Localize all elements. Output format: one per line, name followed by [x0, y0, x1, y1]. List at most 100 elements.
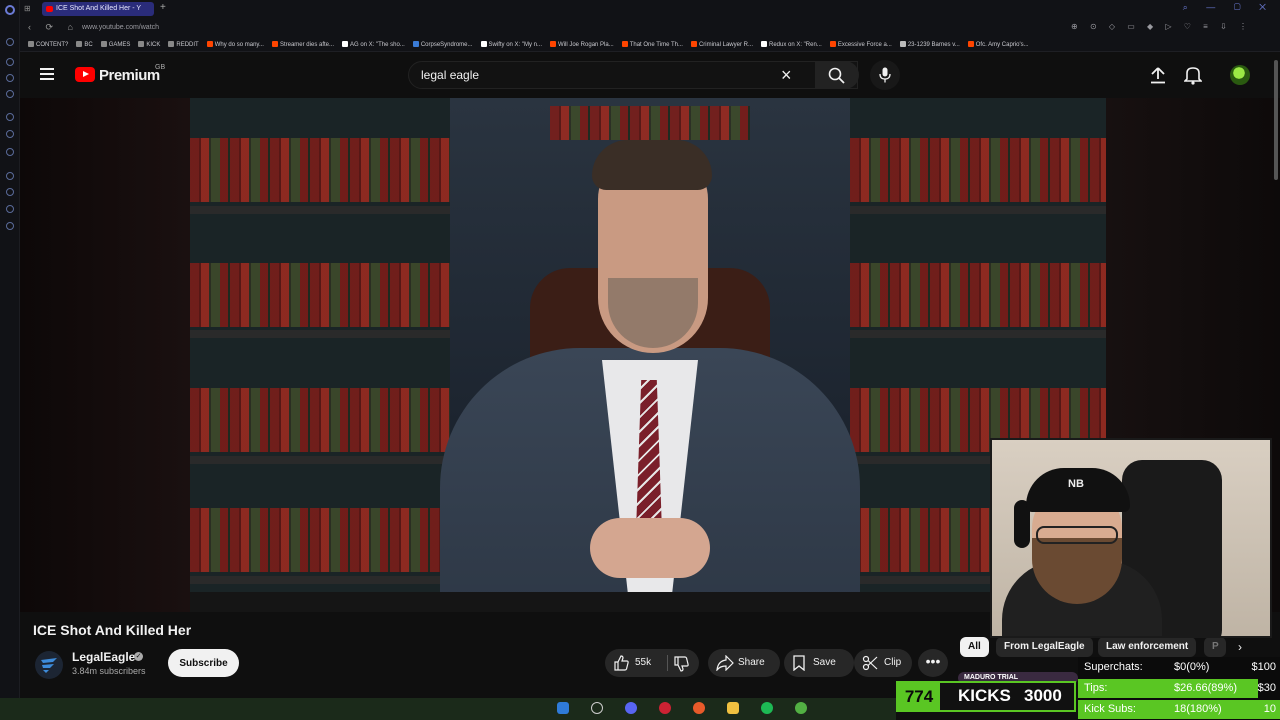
- tab-active[interactable]: ICE Shot And Killed Her - Y: [42, 2, 154, 16]
- sidebar-instagram-icon[interactable]: [6, 148, 14, 156]
- file-explorer-icon[interactable]: [727, 702, 740, 715]
- like-icon[interactable]: [613, 655, 629, 671]
- goal-label: Superchats:: [1084, 661, 1143, 673]
- sidebar-settings-icon[interactable]: [6, 222, 14, 230]
- bookmark-favicon-icon: [138, 41, 145, 47]
- chip-all[interactable]: All: [960, 637, 989, 657]
- browser-icon[interactable]: [693, 702, 706, 715]
- bookmark-item[interactable]: That One Time Th...: [621, 41, 683, 48]
- window-controls[interactable]: ⌕ — ▢ ✕: [1183, 2, 1274, 13]
- verified-badge-icon: ✓: [134, 652, 143, 661]
- windows-start-icon[interactable]: [557, 702, 569, 715]
- sidebar-twitch-icon[interactable]: [6, 113, 14, 121]
- bookmark-label: Criminal Lawyer R...: [698, 42, 753, 48]
- bookmark-item[interactable]: Streamer dies afte...: [271, 41, 334, 48]
- bookmark-item[interactable]: Swifty on X: "My n...: [480, 41, 542, 48]
- bookshelf-left: [190, 98, 450, 612]
- tab-bar-controls[interactable]: ⊞: [24, 4, 31, 13]
- cap-logo: NB: [1068, 478, 1084, 490]
- sidebar-whatsapp-icon[interactable]: [6, 90, 14, 98]
- save-button[interactable]: Save: [784, 649, 854, 677]
- search-button[interactable]: [815, 61, 859, 89]
- bookmark-favicon-icon: [829, 41, 836, 47]
- search-input[interactable]: [421, 68, 781, 82]
- sidebar-discord-icon[interactable]: [6, 130, 14, 138]
- taskbar-search-icon[interactable]: [591, 702, 604, 715]
- bookmark-item[interactable]: Excessive Force a...: [829, 41, 892, 48]
- bookmark-favicon-icon: [271, 41, 278, 47]
- discord-icon[interactable]: [625, 702, 638, 715]
- presenter-hair: [592, 140, 712, 190]
- presenter-hands: [590, 518, 710, 578]
- more-actions-button[interactable]: •••: [918, 649, 948, 677]
- channel-name[interactable]: LegalEagle: [72, 650, 135, 664]
- channel-avatar[interactable]: [35, 651, 63, 679]
- extension-icons[interactable]: ⊕ ⊙ ◇ ▭ ◆ ▷ ♡ ≡ ⇩ ⋮: [1071, 22, 1252, 31]
- bookmark-item[interactable]: Ofc. Amy Caprio's...: [967, 41, 1029, 48]
- bookmark-label: CorpseSyndrome...: [420, 42, 473, 48]
- bookmark-favicon-icon: [342, 41, 348, 47]
- bookmark-label: That One Time Th...: [629, 42, 683, 48]
- kicks-goal: 3000: [1024, 686, 1062, 705]
- bookmark-item[interactable]: 23-1239 Barnes v...: [899, 41, 960, 48]
- upload-icon[interactable]: [1148, 66, 1168, 84]
- spotify-icon[interactable]: [761, 702, 774, 715]
- bookmark-icon: [793, 655, 805, 671]
- chip-partial[interactable]: P: [1204, 637, 1226, 657]
- chip-from-legaleagle[interactable]: From LegalEagle: [996, 637, 1093, 657]
- nav-buttons[interactable]: ‹ ⟳ ⌂: [28, 22, 79, 33]
- dislike-icon[interactable]: [673, 656, 689, 672]
- like-count[interactable]: 55k: [635, 657, 651, 668]
- bookmark-item[interactable]: CorpseSyndrome...: [412, 41, 473, 48]
- bookmark-favicon-icon: [206, 41, 213, 47]
- share-button[interactable]: Share: [708, 649, 780, 677]
- clear-search-icon[interactable]: ×: [781, 65, 792, 86]
- bookmark-label: GAMES: [108, 42, 131, 48]
- sidebar-home-icon[interactable]: [6, 38, 14, 46]
- sidebar-ai-icon[interactable]: [6, 58, 14, 66]
- youtube-logo-icon[interactable]: [75, 67, 95, 82]
- streamer-glasses: [1036, 526, 1118, 544]
- bookmark-item[interactable]: Redux on X: "Ren...: [760, 41, 822, 48]
- bookmark-favicon-icon: [967, 41, 974, 47]
- bell-icon[interactable]: [1184, 65, 1202, 85]
- kicks-goal-widget: 774 KICKS 3000: [896, 681, 1076, 712]
- url-field[interactable]: www.youtube.com/watch: [82, 24, 159, 31]
- youtube-favicon-icon: [46, 6, 53, 12]
- bookmark-item[interactable]: KICK: [138, 41, 160, 48]
- sidebar-messenger-icon[interactable]: [6, 74, 14, 82]
- mic-icon: [879, 67, 891, 83]
- xbox-icon[interactable]: [795, 702, 808, 715]
- chevron-right-icon[interactable]: ›: [1238, 640, 1242, 654]
- goal-value: 18(180%): [1174, 703, 1222, 715]
- search-box[interactable]: ×: [408, 61, 858, 89]
- new-tab-button[interactable]: +: [160, 2, 166, 13]
- bookmark-label: Ofc. Amy Caprio's...: [975, 42, 1029, 48]
- chip-law-enforcement[interactable]: Law enforcement: [1098, 637, 1197, 657]
- bookmark-item[interactable]: GAMES: [100, 41, 131, 48]
- menu-icon[interactable]: [40, 68, 54, 80]
- video-player[interactable]: [190, 98, 1106, 612]
- sidebar-clock-icon[interactable]: [6, 205, 14, 213]
- opera-icon[interactable]: [659, 702, 672, 715]
- legaleagle-logo-icon: [41, 658, 57, 673]
- bookmark-label: REDDIT: [176, 42, 199, 48]
- bookmark-item[interactable]: CONTENT?: [28, 41, 68, 48]
- sidebar-history-icon[interactable]: [6, 188, 14, 196]
- voice-search-button[interactable]: [870, 60, 900, 90]
- sidebar-player-icon[interactable]: [6, 172, 14, 180]
- bookmark-item[interactable]: AG on X: "The sho...: [342, 41, 405, 48]
- bookmark-item[interactable]: Why do so many...: [206, 41, 264, 48]
- subscribe-button[interactable]: Subscribe: [168, 649, 239, 677]
- bookmark-label: Excessive Force a...: [837, 42, 892, 48]
- bookmark-item[interactable]: Will Joe Rogan Pla...: [550, 41, 614, 48]
- goal-target: $30: [1257, 682, 1276, 694]
- youtube-premium-wordmark[interactable]: Premium: [99, 67, 160, 84]
- bookmark-item[interactable]: Criminal Lawyer R...: [690, 41, 753, 48]
- avatar[interactable]: [1230, 65, 1250, 85]
- bookmark-item[interactable]: BC: [76, 41, 93, 48]
- opera-logo-icon[interactable]: [5, 5, 15, 15]
- bookmark-item[interactable]: REDDIT: [168, 41, 199, 48]
- page-scrollbar[interactable]: [1274, 60, 1278, 180]
- clip-button[interactable]: Clip: [854, 649, 912, 677]
